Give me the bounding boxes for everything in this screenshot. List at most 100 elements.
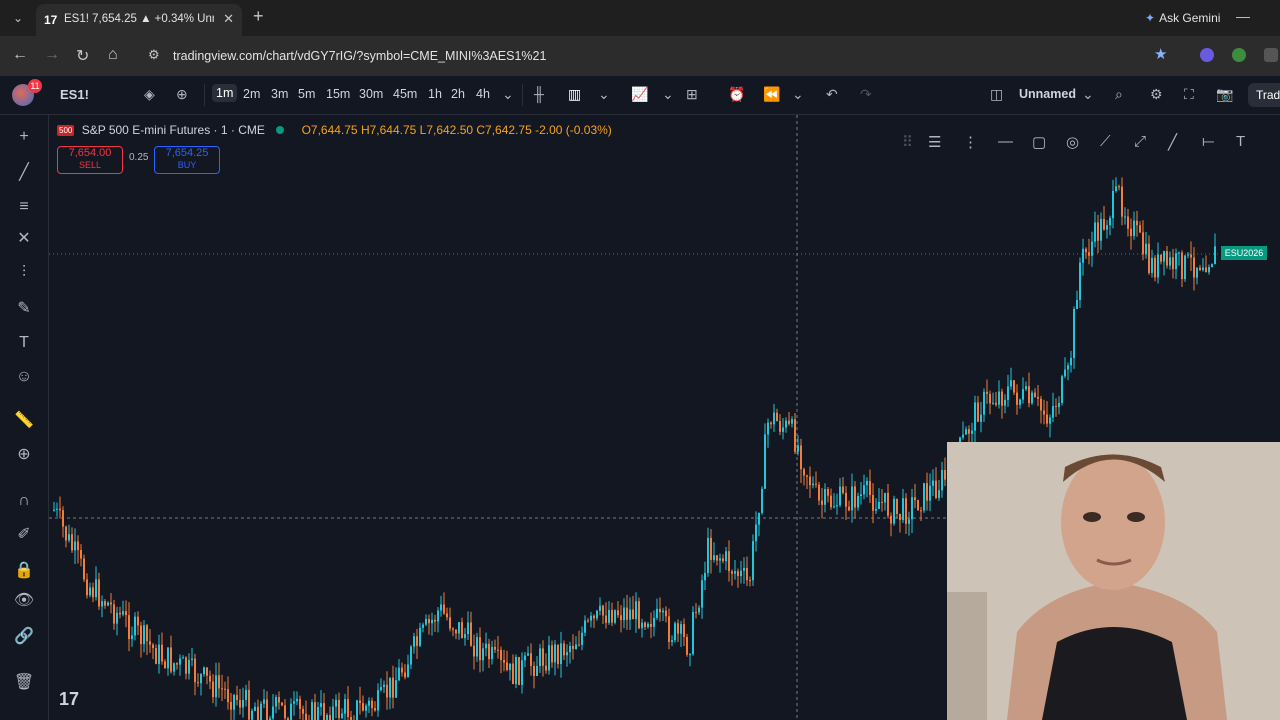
redo-icon[interactable]: ↷ — [860, 86, 872, 103]
candles-icon[interactable]: ▥ — [568, 86, 581, 103]
trade-button[interactable]: Trad — [1248, 83, 1280, 107]
url-omnibox[interactable]: ⚙ tradingview.com/chart/vdGY7rIG/?symbol… — [140, 41, 1180, 71]
interval-1h[interactable]: 1h — [428, 87, 442, 101]
candle-body — [443, 604, 445, 614]
interval-3m[interactable]: 3m — [271, 87, 288, 101]
layout-grid-icon[interactable]: ⊞ — [686, 86, 698, 103]
candle-body — [557, 644, 559, 664]
layout-icon[interactable]: ◫ — [990, 86, 1003, 103]
link-icon[interactable]: 🔗 — [12, 625, 36, 649]
sell-button[interactable]: 7,654.00 SELL — [57, 146, 123, 174]
candle-body — [797, 445, 799, 452]
prediction-icon[interactable]: ⫶ — [12, 261, 36, 285]
ask-gemini-button[interactable]: ✦ Ask Gemini — [1137, 6, 1228, 30]
bar-style-icon[interactable]: ╫ — [534, 86, 544, 102]
indicators-icon[interactable]: 📈 — [631, 86, 648, 103]
magnet-icon[interactable]: ∩ — [12, 489, 36, 513]
emoji-icon[interactable]: ☺ — [12, 365, 36, 389]
interval-2m[interactable]: 2m — [243, 87, 260, 101]
minimize-icon[interactable]: — — [1236, 8, 1250, 24]
fib-icon[interactable]: ≡ — [12, 195, 36, 219]
candle-body — [1058, 402, 1060, 408]
extension-icon[interactable] — [1232, 48, 1246, 62]
candle-body — [665, 610, 667, 617]
candle-body — [653, 617, 655, 627]
crosshair-icon[interactable]: + — [12, 125, 36, 149]
settings-icon[interactable]: ⚙ — [1150, 86, 1163, 103]
tradingview-logo[interactable]: 17 — [59, 689, 79, 710]
interval-2h[interactable]: 2h — [451, 87, 465, 101]
interval-1m[interactable]: 1m — [212, 84, 238, 102]
text-icon[interactable]: T — [12, 331, 36, 355]
extensions-puzzle-icon[interactable] — [1264, 48, 1278, 62]
candle-body — [119, 612, 121, 615]
chevron-down-icon[interactable]: ⌄ — [662, 86, 674, 103]
bookmark-star-icon[interactable]: ★ — [1154, 45, 1167, 63]
candle-body — [1028, 386, 1030, 404]
candle-body — [179, 658, 181, 665]
pattern-icon[interactable]: ✕ — [12, 227, 36, 251]
tab-close-icon[interactable]: ✕ — [223, 11, 234, 27]
trash-icon[interactable]: 🗑 — [12, 671, 36, 695]
pitchfork-icon[interactable]: ⋮ — [963, 133, 978, 151]
trend-line-icon[interactable]: ╱ — [1168, 133, 1177, 151]
trend-line-icon[interactable]: ╱ — [12, 161, 36, 185]
snapshot-icon[interactable]: 📷 — [1216, 86, 1233, 103]
lock-icon[interactable]: 🔒 — [12, 559, 36, 583]
new-tab-icon[interactable]: + — [253, 6, 264, 27]
target-icon[interactable]: ◎ — [1066, 133, 1079, 151]
layout-name[interactable]: Unnamed — [1019, 87, 1076, 101]
candle-body — [770, 422, 772, 425]
candle-body — [344, 699, 346, 714]
fib-tool-icon[interactable]: ☰ — [928, 133, 941, 151]
rectangle-icon[interactable]: ▢ — [1032, 133, 1046, 151]
undo-icon[interactable]: ↶ — [826, 86, 838, 103]
add-symbol-icon[interactable]: ⊕ — [176, 86, 188, 103]
brush-icon[interactable]: ✎ — [12, 297, 36, 321]
candle-body — [350, 717, 352, 720]
replay-icon[interactable]: ⏪ — [763, 86, 780, 103]
reload-icon[interactable]: ↻ — [76, 46, 89, 66]
candle-body — [422, 624, 424, 628]
quick-search-icon[interactable]: ⌕ — [1115, 86, 1123, 103]
interval-30m[interactable]: 30m — [359, 87, 383, 101]
chevron-down-icon[interactable]: ⌄ — [502, 86, 514, 103]
lock-drawing-icon[interactable]: ✐ — [12, 523, 36, 547]
text-icon[interactable]: T — [1236, 133, 1245, 150]
interval-45m[interactable]: 45m — [393, 87, 417, 101]
chevron-down-icon[interactable]: ⌄ — [792, 86, 804, 103]
interval-5m[interactable]: 5m — [298, 87, 315, 101]
extension-icon[interactable] — [1200, 48, 1214, 62]
drag-handle-icon[interactable]: ⠿ — [902, 133, 913, 151]
ray-icon[interactable]: ⟋ — [1100, 133, 1111, 150]
fullscreen-icon[interactable]: ⛶ — [1184, 86, 1194, 103]
back-icon[interactable]: ← — [12, 46, 28, 64]
tab-search-icon[interactable]: ⌄ — [8, 8, 28, 28]
candle-body — [203, 667, 205, 675]
chevron-down-icon[interactable]: ⌄ — [598, 86, 610, 103]
eye-icon[interactable]: 👁 — [12, 589, 36, 613]
buy-button[interactable]: 7,654.25 BUY — [154, 146, 220, 174]
interval-4h[interactable]: 4h — [476, 87, 490, 101]
symbol-search[interactable]: ES1! — [60, 87, 89, 102]
candle-body — [95, 579, 97, 598]
interval-15m[interactable]: 15m — [326, 87, 350, 101]
gemini-icon: ✦ — [1145, 11, 1156, 25]
horizontal-ray-icon[interactable]: ⟝ — [1202, 133, 1214, 150]
alert-icon[interactable]: ⏰ — [728, 86, 745, 103]
browser-tab[interactable]: 17 ES1! 7,654.25 ▲ +0.34% Unnamed ✕ — [36, 4, 242, 36]
site-info-icon[interactable]: ⚙ — [148, 47, 160, 63]
zoom-icon[interactable]: ⊕ — [12, 443, 36, 467]
forward-icon[interactable]: → — [44, 46, 60, 64]
path-icon[interactable]: ⤢ — [1134, 133, 1146, 150]
horizontal-line-icon[interactable]: — — [998, 133, 1013, 150]
ruler-icon[interactable]: 📏 — [12, 409, 36, 433]
compare-icon[interactable]: ◈ — [144, 86, 155, 103]
chevron-down-icon[interactable]: ⌄ — [1082, 86, 1094, 103]
candle-body — [1193, 257, 1195, 278]
home-icon[interactable]: ⌂ — [108, 46, 118, 64]
candle-body — [470, 622, 472, 646]
symbol-title[interactable]: S&P 500 E-mini Futures · 1 · CME — [82, 123, 265, 137]
candle-body — [686, 636, 688, 655]
candle-body — [593, 615, 595, 619]
